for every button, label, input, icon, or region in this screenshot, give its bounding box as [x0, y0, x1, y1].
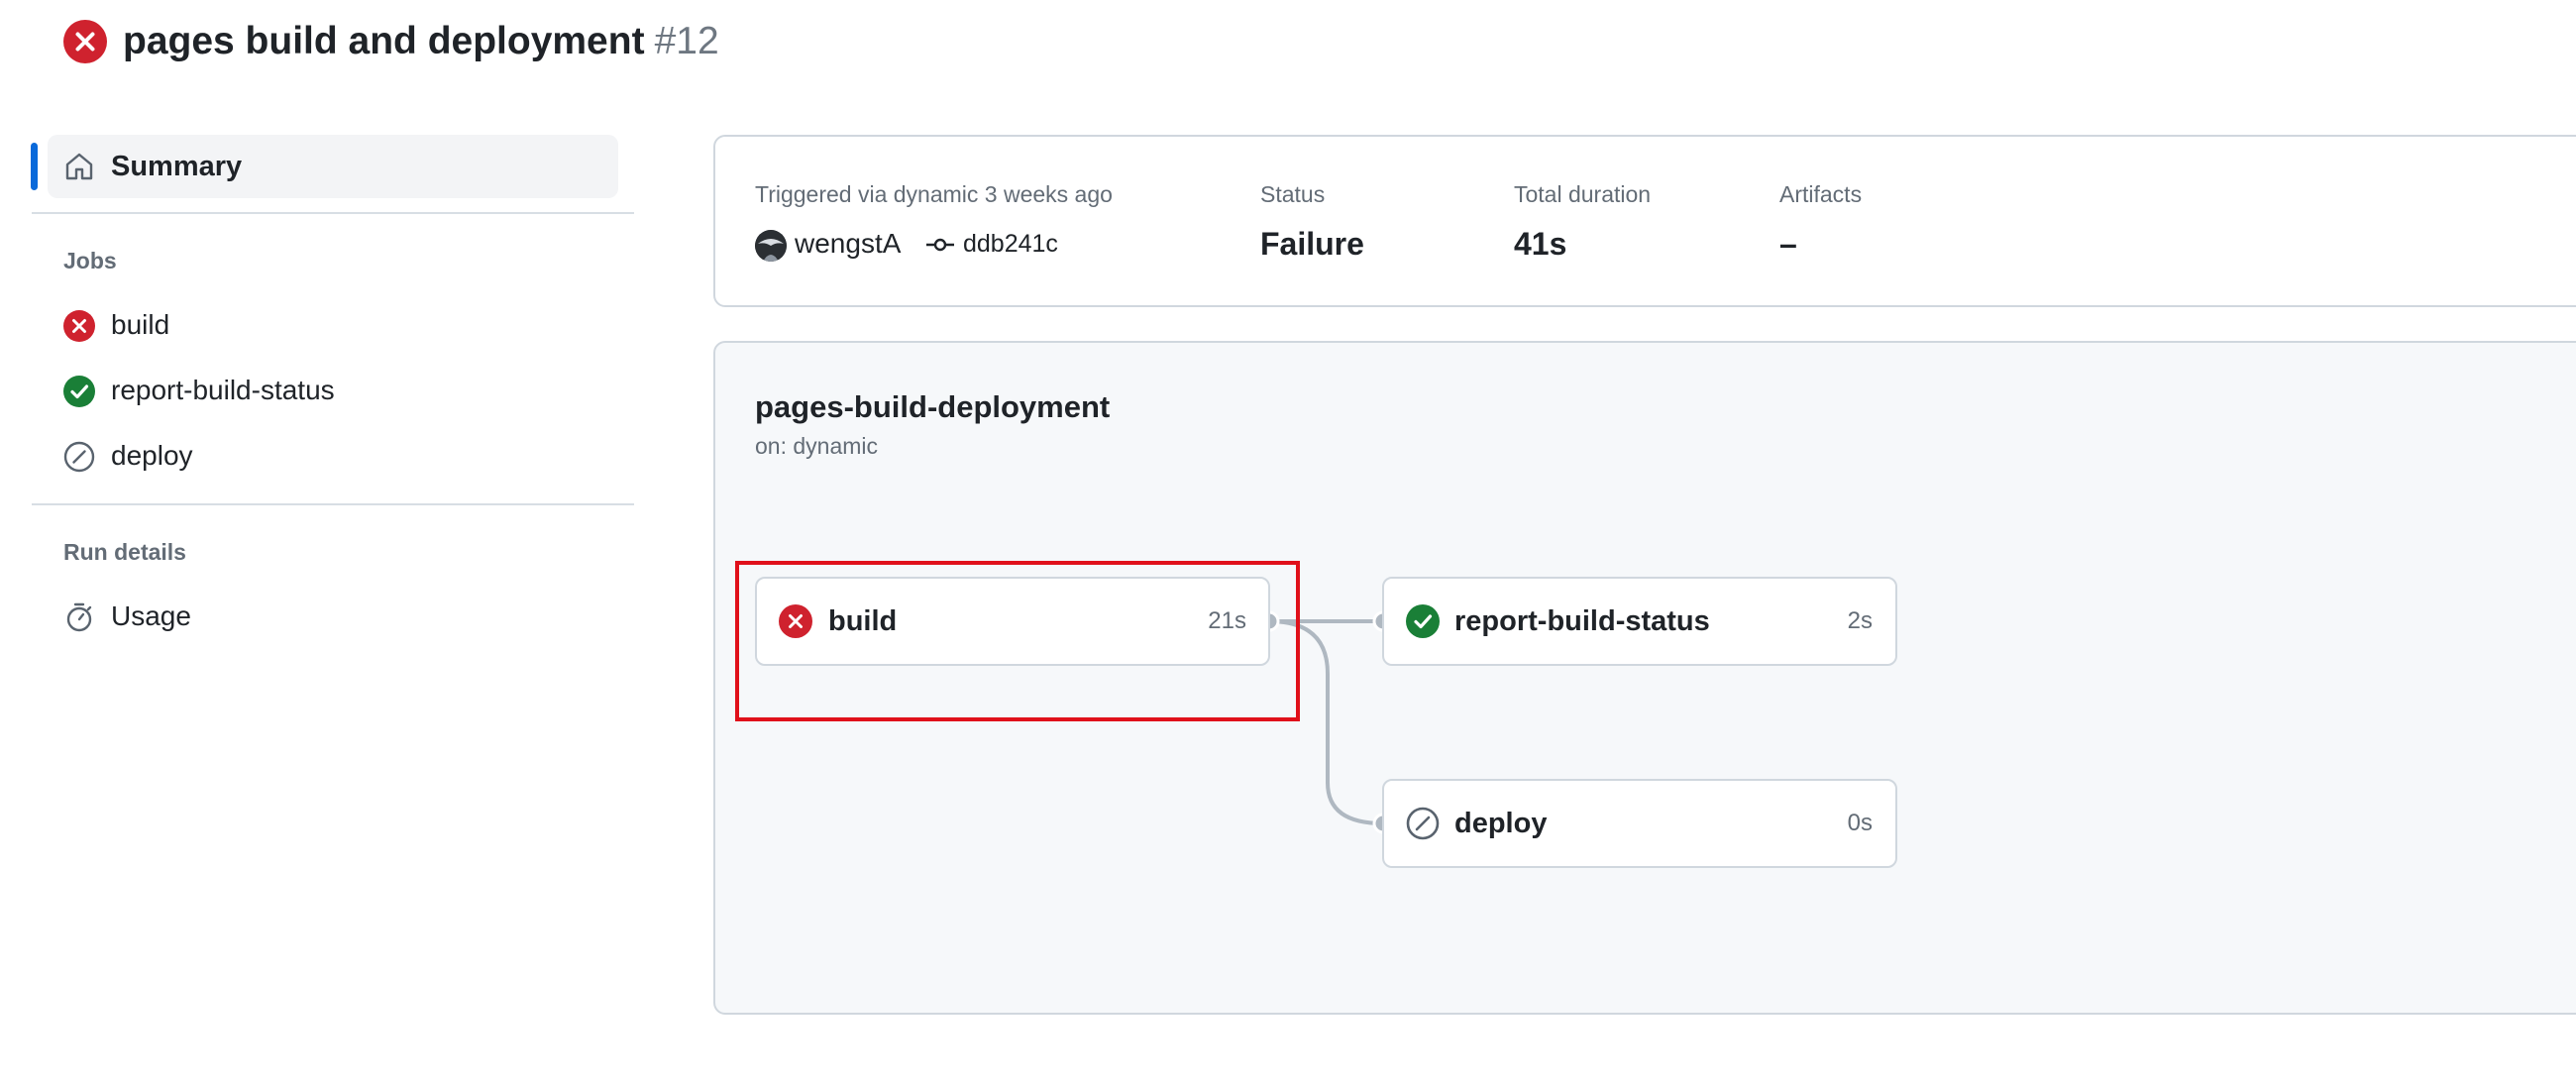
sidebar-item-summary-label[interactable]: Summary — [111, 147, 242, 186]
status-label: Status — [1260, 181, 1326, 207]
job-card-deploy-label[interactable]: deploy — [1454, 804, 1547, 843]
check-circle-fill-icon — [63, 376, 95, 407]
page-title: pages build and deployment #12 — [123, 14, 719, 69]
total-duration-label: Total duration — [1514, 181, 1652, 207]
sidebar-divider — [32, 503, 634, 505]
run-details-heading: Run details — [63, 539, 186, 565]
sidebar-job-build[interactable]: build — [111, 305, 169, 345]
highlight-box — [735, 561, 1300, 721]
actor-link[interactable]: wengstA — [795, 224, 901, 264]
workflow-name: pages-build-deployment — [755, 389, 1111, 424]
workflow-trigger: on: dynamic — [755, 433, 879, 459]
run-number: #12 — [654, 20, 719, 62]
sidebar-job-deploy[interactable]: deploy — [111, 436, 193, 476]
sidebar-item-usage[interactable]: Usage — [111, 597, 191, 636]
jobs-heading: Jobs — [63, 248, 117, 273]
stopwatch-icon — [63, 601, 95, 633]
job-card-report-build-status-label[interactable]: report-build-status — [1454, 601, 1710, 641]
git-commit-icon — [925, 230, 955, 260]
skip-icon — [1406, 807, 1440, 840]
commit-sha-link[interactable]: ddb241c — [963, 226, 1058, 262]
active-indicator — [31, 143, 38, 190]
total-duration-value: 41s — [1514, 226, 1567, 262]
avatar[interactable] — [755, 230, 787, 262]
artifacts-label: Artifacts — [1779, 181, 1863, 207]
sidebar-divider — [32, 212, 634, 214]
job-card-report-build-status-duration: 2s — [1847, 607, 1873, 634]
x-circle-fill-icon — [63, 310, 95, 342]
check-circle-fill-icon — [1406, 604, 1440, 638]
triggered-text: Triggered via dynamic 3 weeks ago — [755, 181, 1113, 207]
status-value: Failure — [1260, 226, 1364, 262]
run-status-x-circle-icon — [63, 20, 107, 63]
skip-icon — [63, 441, 95, 473]
artifacts-value: – — [1779, 226, 1797, 262]
run-summary-box — [713, 135, 2576, 307]
home-icon — [63, 151, 95, 182]
job-card-deploy-duration: 0s — [1847, 810, 1873, 836]
sidebar-job-report-build-status[interactable]: report-build-status — [111, 371, 335, 410]
workflow-run-title: pages build and deployment — [123, 20, 645, 62]
